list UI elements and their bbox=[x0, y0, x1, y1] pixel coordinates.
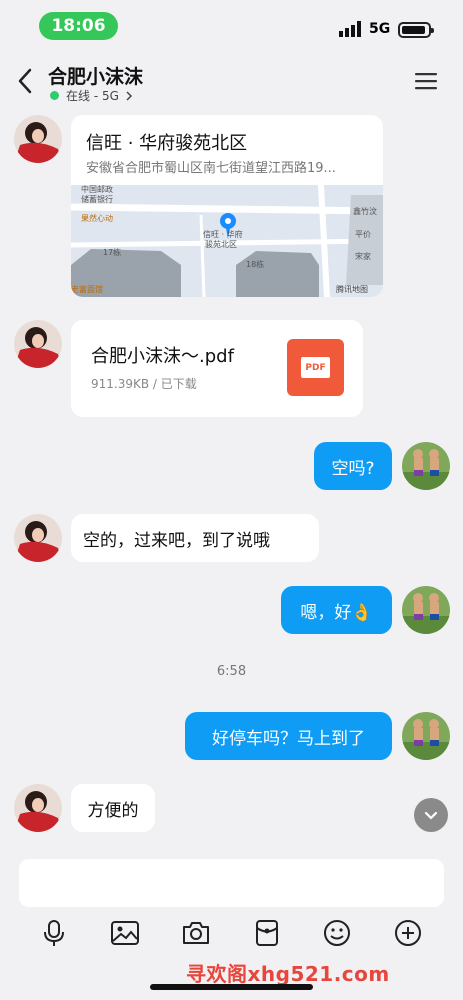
online-status[interactable]: 在线 - 5G bbox=[50, 87, 135, 104]
status-time: 18:06 bbox=[39, 12, 118, 40]
outgoing-message[interactable]: 空吗? bbox=[314, 442, 392, 490]
contact-avatar[interactable] bbox=[14, 320, 62, 368]
emoji-icon[interactable] bbox=[321, 917, 353, 949]
signal-icon bbox=[339, 21, 361, 37]
map-label: 17栋 bbox=[103, 247, 121, 257]
map-label: 老富面馆 bbox=[71, 284, 103, 294]
map-label: 18栋 bbox=[246, 259, 264, 269]
file-name: 合肥小沫沫～.pdf bbox=[91, 346, 234, 367]
map-label: 中国邮政 bbox=[81, 185, 113, 194]
map-preview[interactable]: 中国邮政 储蓄银行 果然心动 17栋 18栋 信旺 · 华府 骏苑北区 鑫竹汶 … bbox=[71, 185, 383, 297]
map-provider-label: 腾讯地图 bbox=[336, 284, 368, 294]
home-indicator bbox=[150, 984, 313, 990]
chat-header: 合肥小沫沫 在线 - 5G bbox=[0, 56, 463, 108]
chevron-right-icon bbox=[126, 90, 132, 101]
red-packet-icon[interactable] bbox=[251, 917, 283, 949]
outgoing-message[interactable]: 嗯，好👌 bbox=[281, 586, 392, 634]
network-type: 5G bbox=[369, 21, 391, 37]
map-label: 储蓄银行 bbox=[81, 194, 113, 204]
incoming-message[interactable]: 方便的 bbox=[71, 784, 155, 832]
plus-circle-icon[interactable] bbox=[392, 917, 424, 949]
file-meta: 911.39KB / 已下载 bbox=[91, 377, 197, 391]
pdf-icon-label: PDF bbox=[301, 357, 330, 378]
microphone-icon[interactable] bbox=[38, 917, 70, 949]
map-label: 宋家 bbox=[355, 251, 371, 261]
camera-icon[interactable] bbox=[180, 917, 212, 949]
location-message[interactable]: 信旺 · 华府骏苑北区 安徽省合肥市蜀山区南七街道望江西路19... 中国邮政 … bbox=[71, 115, 383, 297]
scroll-down-icon[interactable] bbox=[414, 798, 448, 832]
user-avatar[interactable] bbox=[402, 442, 450, 490]
map-label: 果然心动 bbox=[81, 213, 113, 223]
message-input[interactable] bbox=[19, 859, 444, 907]
map-label: 骏苑北区 bbox=[205, 239, 237, 249]
map-label: 平价 bbox=[355, 230, 371, 239]
map-label: 鑫竹汶 bbox=[353, 206, 377, 216]
location-title: 信旺 · 华府骏苑北区 bbox=[86, 133, 248, 154]
outgoing-message[interactable]: 好停车吗？马上到了 bbox=[185, 712, 392, 760]
contact-avatar[interactable] bbox=[14, 514, 62, 562]
user-avatar[interactable] bbox=[402, 712, 450, 760]
online-dot bbox=[50, 91, 59, 100]
map-label: 信旺 · 华府 bbox=[203, 229, 243, 239]
file-message[interactable]: 合肥小沫沫～.pdf 911.39KB / 已下载 PDF bbox=[71, 320, 363, 417]
watermark: 寻欢阁xhg521.com bbox=[186, 962, 390, 986]
image-icon[interactable] bbox=[109, 917, 141, 949]
status-bar: 18:06 5G bbox=[0, 0, 463, 56]
chat-title[interactable]: 合肥小沫沫 bbox=[48, 62, 143, 89]
user-avatar[interactable] bbox=[402, 586, 450, 634]
battery-icon bbox=[398, 22, 434, 38]
contact-avatar[interactable] bbox=[14, 115, 62, 163]
contact-avatar[interactable] bbox=[14, 784, 62, 832]
pdf-file-icon: PDF bbox=[287, 339, 344, 396]
online-status-text: 在线 - 5G bbox=[66, 89, 119, 103]
location-address: 安徽省合肥市蜀山区南七街道望江西路19... bbox=[86, 161, 336, 176]
hamburger-menu-icon[interactable] bbox=[414, 70, 438, 92]
chevron-left-icon[interactable] bbox=[14, 66, 38, 96]
message-timestamp: 6:58 bbox=[216, 664, 247, 679]
incoming-message[interactable]: 空的，过来吧，到了说哦 bbox=[71, 514, 319, 562]
